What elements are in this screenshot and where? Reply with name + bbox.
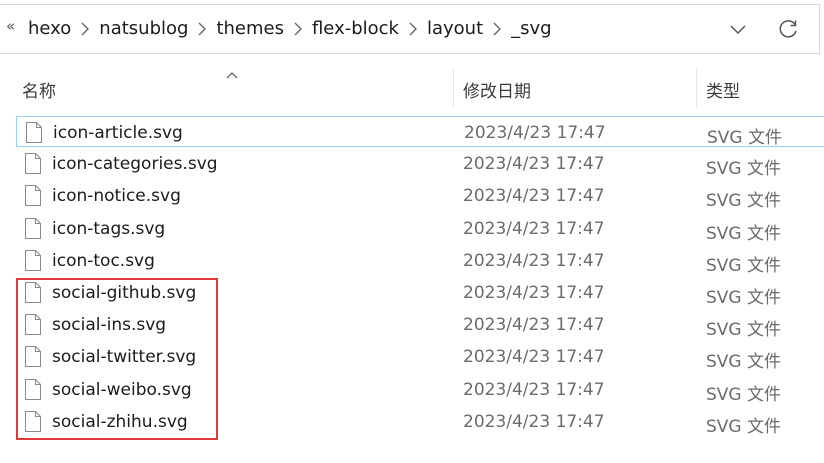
file-modified-date: 2023/4/23 17:47 <box>463 379 605 400</box>
file-modified-date: 2023/4/23 17:47 <box>463 411 605 432</box>
file-type: SVG 文件 <box>706 416 781 437</box>
file-icon <box>25 121 43 148</box>
file-modified-date: 2023/4/23 17:47 <box>464 123 606 143</box>
file-name: icon-categories.svg <box>52 154 218 175</box>
column-divider[interactable] <box>453 68 454 108</box>
file-icon <box>24 184 42 211</box>
chevron-right-icon[interactable] <box>399 22 427 36</box>
file-type: SVG 文件 <box>706 352 781 373</box>
breadcrumb-item-layout[interactable]: layout <box>427 18 483 39</box>
column-header-type[interactable]: 类型 <box>706 77 740 102</box>
file-name: icon-tags.svg <box>52 218 166 239</box>
column-header-date[interactable]: 修改日期 <box>463 77 531 102</box>
file-type: SVG 文件 <box>706 191 781 212</box>
file-modified-date: 2023/4/23 17:47 <box>463 218 605 239</box>
file-icon <box>24 249 42 276</box>
column-header-name[interactable]: 名称 <box>22 77 56 102</box>
file-type: SVG 文件 <box>706 255 781 276</box>
file-icon <box>24 217 42 244</box>
file-type: SVG 文件 <box>706 384 781 405</box>
file-row[interactable]: icon-article.svg 2023/4/23 17:47 SVG 文件 <box>16 116 824 148</box>
file-name: icon-toc.svg <box>52 250 155 271</box>
breadcrumb-item-natsublog[interactable]: natsublog <box>99 18 188 39</box>
file-type: SVG 文件 <box>706 223 781 244</box>
file-name: icon-notice.svg <box>52 186 181 207</box>
chevron-right-icon[interactable] <box>483 22 511 36</box>
refresh-icon[interactable] <box>776 18 800 46</box>
breadcrumb-item-hexo[interactable]: hexo <box>28 18 71 39</box>
file-row[interactable]: icon-categories.svg 2023/4/23 17:47 SVG 文件 <box>16 148 824 179</box>
breadcrumb-item-flex-block[interactable]: flex-block <box>312 18 399 39</box>
sort-ascending-icon <box>226 64 238 83</box>
chevron-right-icon[interactable] <box>284 22 312 36</box>
breadcrumb-item-themes[interactable]: themes <box>216 18 284 39</box>
file-row[interactable]: icon-tags.svg 2023/4/23 17:47 SVG 文件 <box>16 213 824 244</box>
file-modified-date: 2023/4/23 17:47 <box>463 283 605 303</box>
column-divider[interactable] <box>696 68 697 108</box>
file-modified-date: 2023/4/23 17:47 <box>463 315 605 336</box>
file-modified-date: 2023/4/23 17:47 <box>463 154 605 175</box>
chevron-right-icon[interactable] <box>71 22 99 36</box>
file-name: icon-article.svg <box>53 123 183 143</box>
file-modified-date: 2023/4/23 17:47 <box>463 250 605 271</box>
file-modified-date: 2023/4/23 17:47 <box>463 186 605 207</box>
file-type: SVG 文件 <box>706 320 781 341</box>
file-type: SVG 文件 <box>706 159 781 180</box>
file-type: SVG 文件 <box>707 128 782 148</box>
file-modified-date: 2023/4/23 17:47 <box>463 347 605 368</box>
file-icon <box>24 152 42 179</box>
file-row[interactable]: icon-toc.svg 2023/4/23 17:47 SVG 文件 <box>16 245 824 276</box>
file-row[interactable]: icon-notice.svg 2023/4/23 17:47 SVG 文件 <box>16 180 824 211</box>
chevron-down-icon[interactable] <box>728 21 748 40</box>
file-type: SVG 文件 <box>706 288 781 308</box>
chevron-right-icon[interactable] <box>188 22 216 36</box>
breadcrumb-item-svg[interactable]: _svg <box>511 18 551 39</box>
address-bar[interactable]: « hexo natsublog themes flex-block layou… <box>0 4 820 54</box>
breadcrumb: hexo natsublog themes flex-block layout … <box>28 18 552 39</box>
annotation-highlight-box <box>16 278 218 440</box>
breadcrumb-overflow-button[interactable]: « <box>6 17 15 35</box>
